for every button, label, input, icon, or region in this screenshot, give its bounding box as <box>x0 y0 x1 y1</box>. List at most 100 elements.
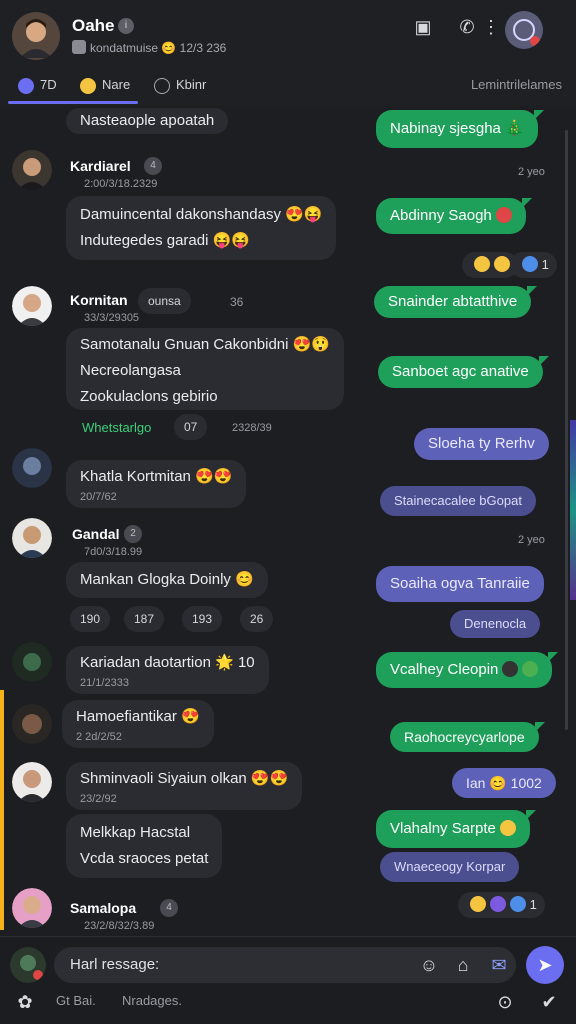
tab-right-label[interactable]: Lemintrilelames <box>471 74 562 96</box>
message-bubble: Khatla Kortmitan 😍😍 20/7/62 <box>66 460 247 508</box>
stat-pill[interactable]: 193 <box>182 606 223 632</box>
message-text: Sloeha ty Rerhv <box>428 435 535 452</box>
stat-pill[interactable]: 26 <box>240 606 274 632</box>
stat-pill[interactable]: 187 <box>124 606 165 632</box>
avatar[interactable] <box>12 888 52 928</box>
timestamp: 2 2d/2/52 <box>76 731 122 743</box>
tab-kbinr-icon <box>154 77 170 94</box>
more-options-icon[interactable]: ⋮ <box>478 14 504 40</box>
stat-value: 26 <box>250 612 264 626</box>
outgoing-message: Stainecacalee bGopat <box>380 486 536 516</box>
emoji-picker-icon[interactable]: ☺ <box>416 952 442 978</box>
message-bubble: Damuincental dakonshandasy 😍😝 Indutegede… <box>66 196 337 260</box>
emoji-icon <box>522 661 539 677</box>
emoji-icon <box>494 256 510 272</box>
reply-count[interactable]: 07 <box>174 414 208 440</box>
tab-kbinr[interactable]: Kbinr <box>154 74 206 96</box>
sticker-icon[interactable]: ✉ <box>486 952 512 978</box>
avatar[interactable] <box>12 518 52 558</box>
outgoing-message: Soaiha ogva Tanraiie <box>376 566 544 602</box>
message-bubble: Hamoefiantikar 😍 2 2d/2/52 <box>62 700 214 748</box>
chat-app: Oahe i kondatmuise 😊 12/3 236 ▣ ✆ ⋮ 7D N… <box>0 0 576 1024</box>
message-bubble: Samotanalu Gnuan Cakonbidni 😍😲 Necreolan… <box>66 328 344 410</box>
stat-value: 193 <box>192 612 213 626</box>
sender-name[interactable]: Kardiarel <box>70 158 131 174</box>
send-button[interactable]: ➤ <box>526 946 564 984</box>
message-link[interactable]: Whetstarlgo <box>82 420 151 435</box>
tab-nare-icon <box>80 77 96 94</box>
reaction-count[interactable]: 1 <box>510 252 557 278</box>
outgoing-message: Wnaeceogy Korpar <box>380 852 520 882</box>
info-badge[interactable]: i <box>118 18 134 34</box>
avatar[interactable] <box>12 150 52 190</box>
my-avatar[interactable] <box>10 947 46 983</box>
record-icon[interactable]: ⊙ <box>492 989 518 1015</box>
reaction-count-text: 1 <box>529 897 537 912</box>
message-text: Stainecacalee bGopat <box>394 493 522 508</box>
timestamp: 2:00/3/18.2329 <box>84 178 158 190</box>
relative-time: 2 yeo <box>518 534 545 546</box>
message-text: Zookulaclons gebirio <box>80 388 218 405</box>
message-text: Abdinny Saogh <box>390 207 492 224</box>
message-text: Kariadan daotartion 🌟 10 <box>80 654 255 671</box>
bottom-left-label: Gt Bai. <box>56 993 96 1008</box>
check-icon[interactable]: ✔ <box>536 989 562 1015</box>
reactions[interactable]: 1 <box>458 892 545 918</box>
outgoing-message: Denenocla <box>450 610 541 638</box>
emoji-icon <box>474 256 490 272</box>
video-call-icon[interactable]: ▣ <box>410 14 436 40</box>
group-avatar[interactable] <box>12 12 60 60</box>
outgoing-message: Ian 😊 1002 <box>452 768 556 798</box>
scrollbar[interactable] <box>565 130 568 730</box>
timestamp: 23/2/8/32/3.89 <box>84 920 155 932</box>
emoji-icon <box>502 661 519 677</box>
message-text: Shminvaoli Siyaiun olkan 😍😍 <box>80 770 289 787</box>
apps-icon[interactable]: ✿ <box>12 989 38 1015</box>
edge-glow <box>570 420 576 600</box>
emoji-icon <box>499 820 516 836</box>
profile-avatar[interactable] <box>505 11 543 49</box>
tab-7d[interactable]: 7D <box>18 74 57 96</box>
stat-pill[interactable]: 190 <box>70 606 111 632</box>
message-text: Snainder abtatthive <box>388 293 518 310</box>
avatar[interactable] <box>12 448 52 488</box>
message-text: Soaiha ogva Tanraiie <box>390 575 530 592</box>
tab-nare-label: Nare <box>102 77 131 92</box>
sender-name[interactable]: Samalopa <box>70 900 136 916</box>
sender-name[interactable]: Gandal <box>72 526 119 542</box>
status-pill-text: ounsa <box>148 294 181 308</box>
sender-name[interactable]: Kornitan <box>70 292 128 308</box>
avatar[interactable] <box>12 762 52 802</box>
message-bubble: Shminvaoli Siyaiun olkan 😍😍 23/2/92 <box>66 762 303 810</box>
gift-icon[interactable]: ⌂ <box>450 952 476 978</box>
outgoing-message: Sloeha ty Rerhv <box>414 428 549 460</box>
message-bubble: Kariadan daotartion 🌟 10 21/1/2333 <box>66 646 269 694</box>
emoji-icon <box>470 896 486 912</box>
outgoing-message: Vcalhey Cleopin <box>376 652 559 688</box>
tab-nare[interactable]: Nare <box>80 74 130 96</box>
avatar[interactable] <box>12 704 52 744</box>
status-pill[interactable]: ounsa <box>138 288 191 314</box>
avatar[interactable] <box>12 286 52 326</box>
message-feed[interactable]: Nasteaople apoatah Nabinay sjesgha 🎄 Kar… <box>0 106 576 936</box>
message-text: Vcda sraoces petat <box>80 850 209 867</box>
emoji-icon <box>490 896 506 912</box>
outgoing-message: Sanboet agc anative <box>378 356 549 388</box>
message-text: Hamoefiantikar 😍 <box>76 708 200 725</box>
emoji-icon <box>510 896 526 912</box>
status-icon <box>72 40 86 54</box>
stat-value: 187 <box>134 612 155 626</box>
message-input-text: Harl ressage: <box>70 956 160 973</box>
message-text: Samotanalu Gnuan Cakonbidni 😍😲 <box>80 336 330 353</box>
message-text: Wnaeceogy Korpar <box>394 859 506 874</box>
tab-7d-label: 7D <box>40 77 57 92</box>
avatar[interactable] <box>12 642 52 682</box>
message-input[interactable]: Harl ressage: <box>54 947 516 983</box>
message-text: Vlahalny Sarpte <box>390 820 496 837</box>
phone-icon[interactable]: ✆ <box>454 14 480 40</box>
message-text: Indutegedes garadi 😝😝 <box>80 232 250 249</box>
timestamp: 20/7/62 <box>80 491 117 503</box>
message-text: Raohocreycyarlope <box>404 729 525 745</box>
count-label: 36 <box>230 295 244 309</box>
stat-value: 190 <box>80 612 101 626</box>
